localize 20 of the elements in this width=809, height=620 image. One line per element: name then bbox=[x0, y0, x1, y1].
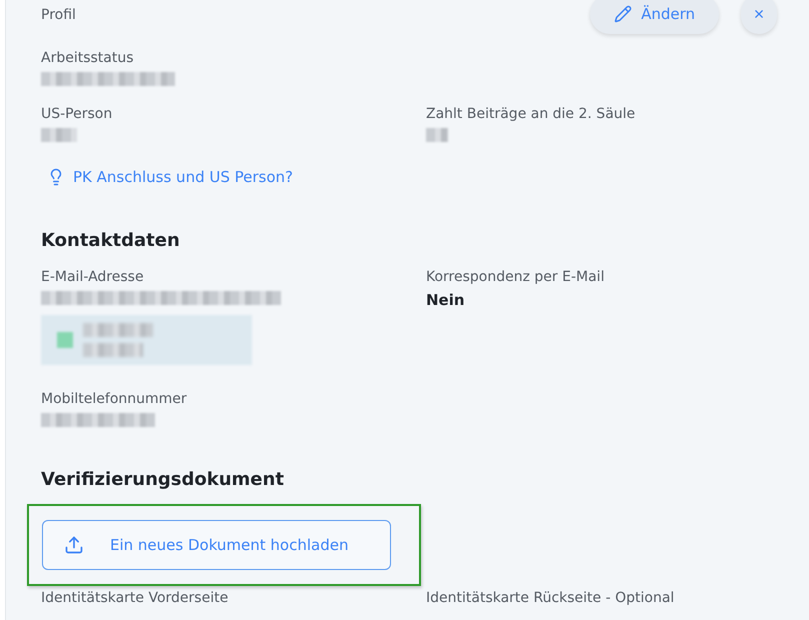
upload-icon bbox=[64, 535, 84, 555]
field-value: Nein bbox=[426, 291, 465, 309]
close-button[interactable]: × bbox=[741, 0, 777, 34]
field-label: Korrespondenz per E-Mail bbox=[426, 269, 604, 285]
field-label: Mobiltelefonnummer bbox=[41, 391, 187, 407]
field-label: E-Mail-Adresse bbox=[41, 269, 144, 285]
field-label: US-Person bbox=[41, 106, 112, 122]
redacted-value bbox=[41, 128, 77, 142]
field-label: Zahlt Beiträge an die 2. Säule bbox=[426, 106, 636, 122]
section-title: Profil bbox=[41, 6, 77, 23]
edit-button[interactable]: Ändern bbox=[590, 0, 719, 34]
redacted-value bbox=[426, 128, 448, 142]
upload-button[interactable]: Ein neues Dokument hochladen bbox=[42, 520, 391, 570]
field-label: Arbeitsstatus bbox=[41, 50, 134, 66]
field-label: Identitätskarte Rückseite - Optional bbox=[426, 590, 676, 606]
section-heading: Verifizierungsdokument bbox=[41, 469, 285, 490]
field-label: Identitätskarte Vorderseite bbox=[41, 590, 230, 606]
section-heading: Kontaktdaten bbox=[41, 230, 181, 251]
info-link[interactable]: PK Anschluss und US Person? bbox=[47, 168, 809, 186]
pencil-icon bbox=[614, 5, 632, 23]
